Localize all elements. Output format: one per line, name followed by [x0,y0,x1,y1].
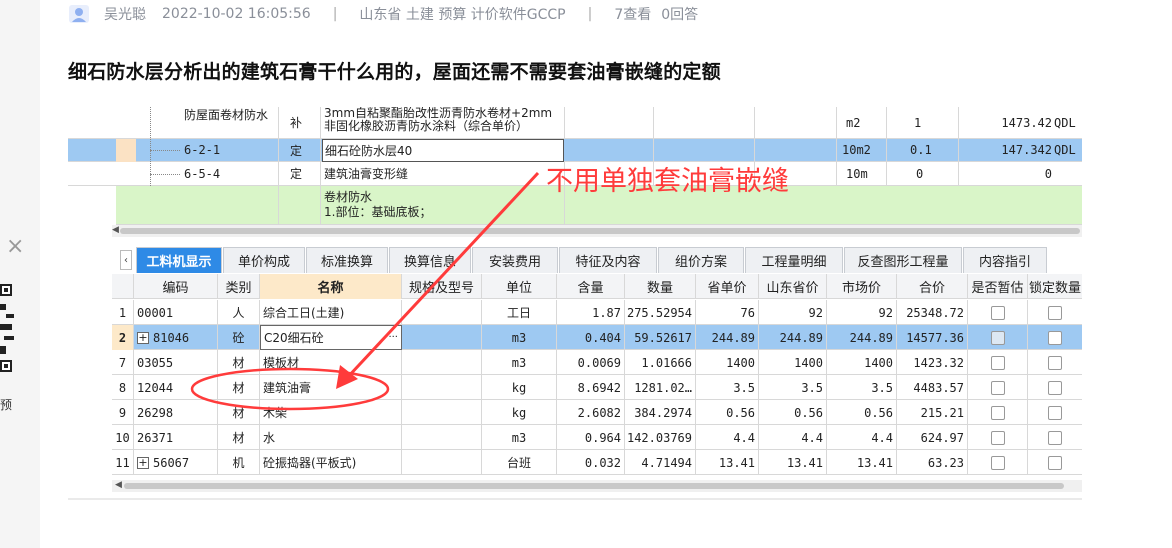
side-caption: 预 [0,398,13,412]
annotation-circle [190,367,390,411]
annotation-arrow [344,171,540,381]
software-screenshot: 防屋面卷材防水 补 3mm自粘聚酯胎改性沥青防水卷材+2mm非固化橡胶沥青防水涂… [68,107,1082,500]
annotation-overlay [190,171,540,411]
post-meta: 吴光聪 2022-10-02 16:05:56 | 山东省 土建 预算 计价软件… [68,4,698,24]
answer-count: 0回答 [661,7,699,23]
post-tags[interactable]: 山东省 土建 预算 计价软件GCCP [359,4,565,24]
view-count: 7查看 [614,7,652,23]
meta-divider: | [587,6,593,22]
left-rail: × 预 [0,0,40,548]
author-name[interactable]: 吴光聪 [104,4,146,24]
qr-code-icon [0,284,14,384]
post-title: 细石防水层分析出的建筑石膏干什么用的，屋面还需不需要套油膏嵌缝的定额 [68,61,721,83]
close-icon[interactable]: × [6,234,24,259]
post-datetime: 2022-10-02 16:05:56 [162,6,311,22]
avatar[interactable] [68,4,90,24]
meta-divider: | [332,6,338,22]
